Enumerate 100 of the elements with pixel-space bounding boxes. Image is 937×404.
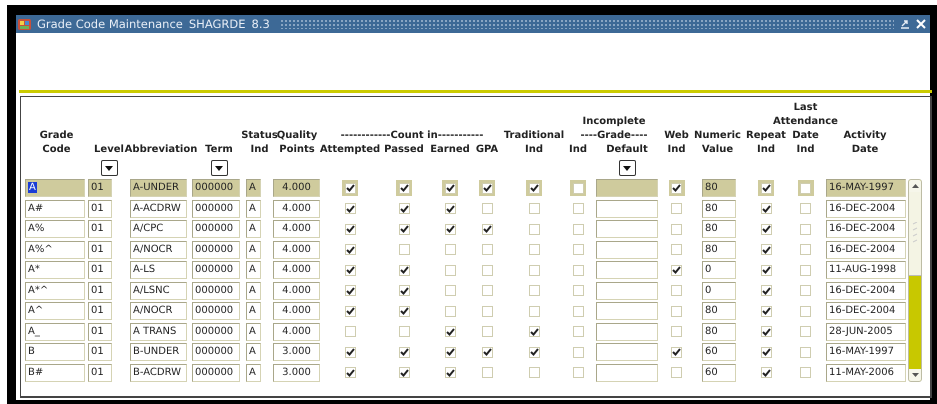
status-field[interactable]: A — [246, 364, 261, 382]
checkbox[interactable] — [442, 242, 458, 258]
checkbox[interactable] — [668, 344, 684, 360]
checkbox[interactable] — [442, 221, 458, 237]
checkbox[interactable] — [396, 324, 412, 340]
term-field[interactable]: 000000 — [192, 179, 240, 197]
dropdown-button[interactable] — [210, 160, 228, 176]
checkbox[interactable] — [526, 344, 542, 360]
activity-date-field[interactable]: 16-DEC-2004 — [826, 220, 906, 238]
checkbox[interactable] — [396, 344, 412, 360]
numeric-value-field[interactable]: 0 — [702, 282, 736, 300]
checkbox[interactable] — [479, 344, 495, 360]
activity-date-field[interactable]: 28-JUN-2005 — [826, 322, 906, 340]
level-field[interactable]: 01 — [88, 343, 112, 361]
term-field[interactable]: 000000 — [192, 200, 240, 218]
abbreviation-field[interactable]: A TRANS — [130, 322, 187, 340]
numeric-value-field[interactable]: 60 — [702, 343, 736, 361]
checkbox[interactable] — [758, 303, 774, 319]
checkbox[interactable] — [396, 303, 412, 319]
checkbox[interactable] — [668, 262, 684, 278]
checkbox[interactable] — [479, 282, 495, 298]
default-grade-field[interactable] — [596, 322, 658, 340]
checkbox[interactable] — [758, 364, 774, 380]
checkbox[interactable] — [479, 221, 495, 237]
checkbox[interactable] — [570, 364, 586, 380]
checkbox[interactable] — [342, 262, 358, 278]
selected-row-checkbox[interactable] — [479, 180, 495, 196]
status-field[interactable]: A — [246, 220, 261, 238]
checkbox[interactable] — [758, 324, 774, 340]
close-icon[interactable] — [916, 19, 926, 29]
checkbox[interactable] — [342, 200, 358, 216]
checkbox[interactable] — [570, 242, 586, 258]
status-field[interactable]: A — [246, 200, 261, 218]
default-grade-field[interactable] — [596, 302, 658, 320]
checkbox[interactable] — [396, 262, 412, 278]
scroll-thumb[interactable] — [909, 192, 921, 276]
activity-date-field[interactable]: 11-MAY-2006 — [826, 364, 906, 382]
quality-points-field[interactable]: 3.000 — [273, 364, 320, 382]
checkbox[interactable] — [479, 324, 495, 340]
scroll-up-button[interactable] — [909, 180, 921, 192]
checkbox[interactable] — [798, 344, 814, 360]
status-field[interactable]: A — [246, 322, 261, 340]
checkbox[interactable] — [758, 200, 774, 216]
checkbox[interactable] — [526, 262, 542, 278]
term-field[interactable]: 000000 — [192, 220, 240, 238]
checkbox[interactable] — [758, 262, 774, 278]
checkbox[interactable] — [442, 324, 458, 340]
status-field[interactable]: A — [246, 261, 261, 279]
checkbox[interactable] — [570, 324, 586, 340]
checkbox[interactable] — [798, 324, 814, 340]
checkbox[interactable] — [442, 364, 458, 380]
status-field[interactable]: A — [246, 282, 261, 300]
grade-code-field[interactable]: A^ — [25, 302, 85, 320]
grade-code-field[interactable]: B — [25, 343, 85, 361]
activity-date-field[interactable]: 16-DEC-2004 — [826, 240, 906, 258]
term-field[interactable]: 000000 — [192, 240, 240, 258]
checkbox[interactable] — [396, 200, 412, 216]
quality-points-field[interactable]: 4.000 — [273, 282, 320, 300]
quality-points-field[interactable]: 4.000 — [273, 179, 320, 197]
default-grade-field[interactable] — [596, 240, 658, 258]
checkbox[interactable] — [526, 282, 542, 298]
checkbox[interactable] — [668, 221, 684, 237]
abbreviation-field[interactable]: A/NOCR — [130, 240, 187, 258]
checkbox[interactable] — [570, 221, 586, 237]
numeric-value-field[interactable]: 80 — [702, 322, 736, 340]
grade-code-field[interactable]: A — [25, 179, 85, 197]
checkbox[interactable] — [798, 303, 814, 319]
numeric-value-field[interactable]: 80 — [702, 302, 736, 320]
default-grade-field[interactable] — [596, 220, 658, 238]
checkbox[interactable] — [798, 242, 814, 258]
checkbox[interactable] — [798, 364, 814, 380]
checkbox[interactable] — [526, 200, 542, 216]
selected-row-checkbox[interactable] — [570, 180, 586, 196]
status-field[interactable]: A — [246, 240, 261, 258]
default-grade-field[interactable] — [596, 200, 658, 218]
abbreviation-field[interactable]: A-UNDER — [130, 179, 187, 197]
dropdown-button[interactable] — [618, 160, 636, 176]
grade-code-field[interactable]: B# — [25, 364, 85, 382]
checkbox[interactable] — [526, 303, 542, 319]
abbreviation-field[interactable]: A/CPC — [130, 220, 187, 238]
level-field[interactable]: 01 — [88, 302, 112, 320]
activity-date-field[interactable]: 16-DEC-2004 — [826, 200, 906, 218]
level-field[interactable]: 01 — [88, 261, 112, 279]
term-field[interactable]: 000000 — [192, 364, 240, 382]
activity-date-field[interactable]: 16-DEC-2004 — [826, 302, 906, 320]
quality-points-field[interactable]: 4.000 — [273, 200, 320, 218]
numeric-value-field[interactable]: 0 — [702, 261, 736, 279]
status-field[interactable]: A — [246, 302, 261, 320]
checkbox[interactable] — [668, 200, 684, 216]
checkbox[interactable] — [396, 221, 412, 237]
checkbox[interactable] — [758, 282, 774, 298]
selected-row-checkbox[interactable] — [526, 180, 542, 196]
activity-date-field[interactable]: 16-MAY-1997 — [826, 343, 906, 361]
selected-row-checkbox[interactable] — [396, 180, 412, 196]
grade-code-field[interactable]: A*^ — [25, 282, 85, 300]
checkbox[interactable] — [479, 303, 495, 319]
numeric-value-field[interactable]: 80 — [702, 179, 736, 197]
checkbox[interactable] — [442, 282, 458, 298]
checkbox[interactable] — [526, 364, 542, 380]
checkbox[interactable] — [668, 324, 684, 340]
